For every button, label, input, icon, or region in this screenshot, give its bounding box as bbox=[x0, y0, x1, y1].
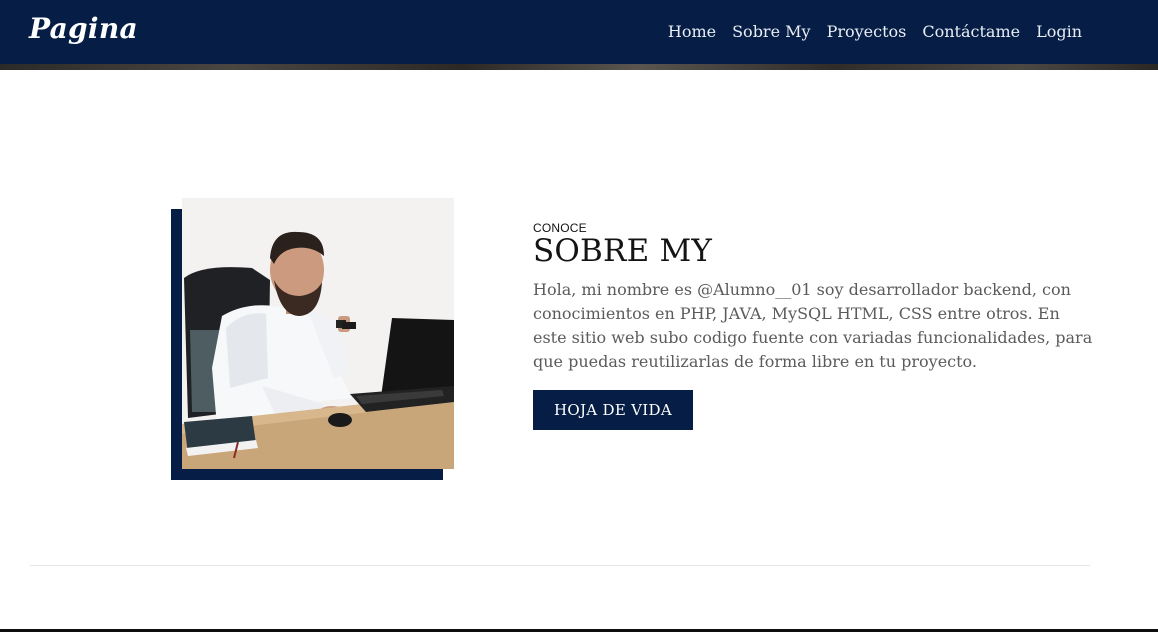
about-title: SOBRE MY bbox=[533, 233, 713, 269]
profile-photo-frame bbox=[171, 198, 454, 480]
nav-link-sobre-my[interactable]: Sobre My bbox=[732, 20, 810, 44]
nav-link-login[interactable]: Login bbox=[1036, 20, 1082, 44]
hero-image-strip bbox=[0, 64, 1158, 70]
man-at-laptop-illustration bbox=[182, 198, 454, 469]
profile-photo bbox=[182, 198, 454, 469]
nav-links: Home Sobre My Proyectos Contáctame Login bbox=[652, 20, 1082, 44]
nav-link-proyectos[interactable]: Proyectos bbox=[827, 20, 907, 44]
nav-link-home[interactable]: Home bbox=[668, 20, 716, 44]
section-divider bbox=[30, 565, 1090, 566]
navbar: Pagina Home Sobre My Proyectos Contáctam… bbox=[0, 0, 1158, 64]
nav-link-contactame[interactable]: Contáctame bbox=[922, 20, 1020, 44]
brand-logo[interactable]: Pagina bbox=[29, 12, 138, 45]
hoja-de-vida-button[interactable]: HOJA DE VIDA bbox=[533, 390, 693, 430]
about-description: Hola, mi nombre es @Alumno__01 soy desar… bbox=[533, 280, 1093, 371]
